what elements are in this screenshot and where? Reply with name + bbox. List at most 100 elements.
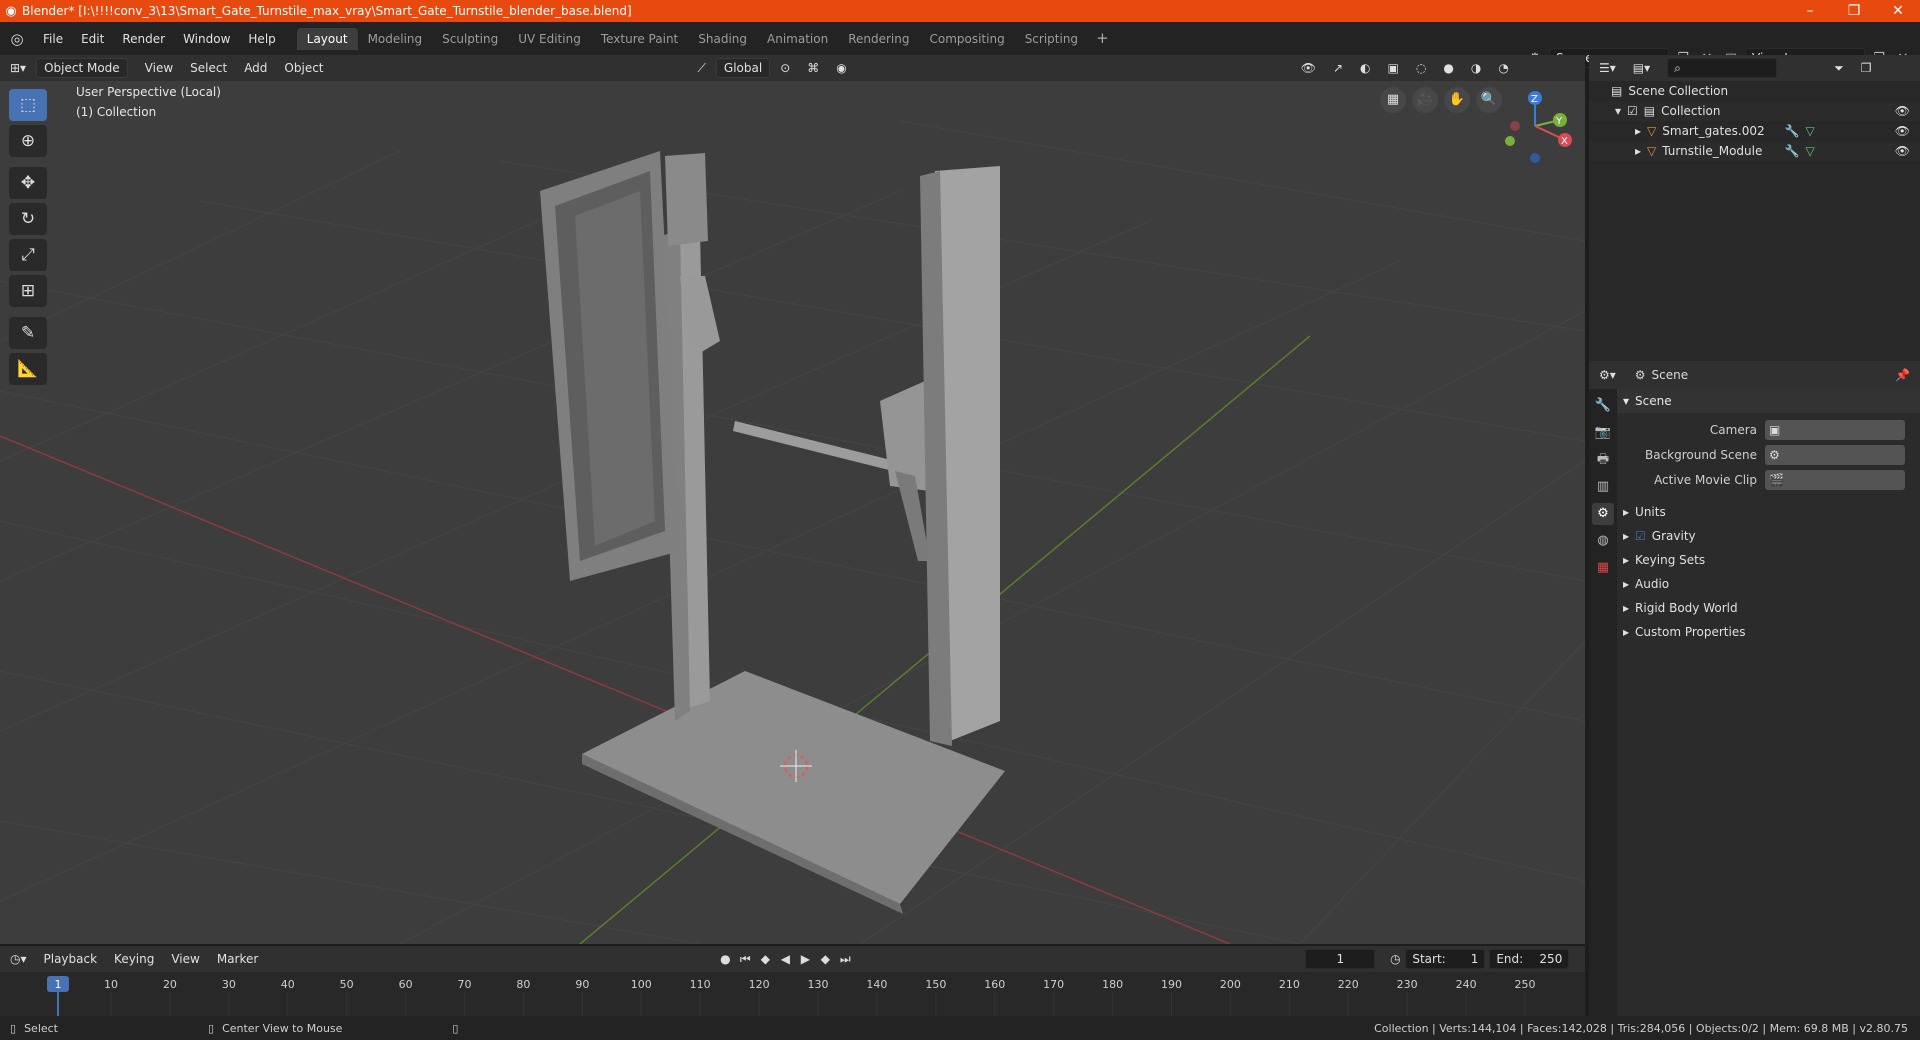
tab-uv-editing[interactable]: UV Editing (508, 28, 591, 50)
menu-add[interactable]: Add (237, 59, 274, 77)
3d-viewport[interactable]: ⬚ ⊕ ✥ ↻ ⤢ ⊞ ✎ 📐 User Perspective (Local)… (0, 81, 1585, 944)
tab-sculpting[interactable]: Sculpting (432, 28, 508, 50)
annotate-tool-icon[interactable]: ✎ (9, 317, 47, 349)
move-tool-icon[interactable]: ✥ (9, 167, 47, 199)
minimize-icon[interactable]: – (1788, 3, 1832, 19)
solid-shading-icon[interactable]: ● (1436, 59, 1460, 77)
expand-object-icon[interactable]: ▸ (1635, 144, 1641, 158)
world-properties-icon[interactable]: ◍ (1592, 530, 1614, 552)
outliner-filter-icon[interactable]: ⏷ (1827, 59, 1851, 78)
visibility-icon[interactable]: 👁 (1294, 59, 1323, 77)
gravity-checkbox[interactable]: ☑ (1635, 529, 1646, 543)
mode-selector[interactable]: Object Mode (36, 58, 128, 78)
gizmo-toggle-icon[interactable]: ↗ (1326, 59, 1350, 77)
outliner-row-scene-collection[interactable]: ▤ Scene Collection (1589, 81, 1920, 101)
navigation-gizmo[interactable]: Z Y X (1495, 86, 1575, 166)
background-scene-field[interactable]: ⚙ (1765, 444, 1905, 465)
active-movie-clip-field[interactable]: 🎬 (1765, 469, 1905, 490)
add-workspace-icon[interactable]: + (1088, 28, 1117, 50)
play-reverse-icon[interactable]: ◀ (775, 952, 795, 966)
wireframe-shading-icon[interactable]: ◌ (1409, 59, 1433, 77)
next-keyframe-icon[interactable]: ◆ (815, 952, 835, 966)
outliner-editor-type-icon[interactable]: ☰▾ (1592, 59, 1623, 77)
pivot-point-icon[interactable]: ⊙ (773, 59, 797, 77)
menu-render[interactable]: Render (113, 32, 174, 46)
menu-view[interactable]: View (138, 59, 180, 77)
material-shading-icon[interactable]: ◑ (1464, 59, 1488, 77)
xray-toggle-icon[interactable]: ▣ (1381, 59, 1406, 77)
timeline-editor-type-icon[interactable]: ◷▾ (3, 950, 34, 968)
outliner-row-collection[interactable]: ▾ ☑ ▤ Collection 👁 (1589, 101, 1920, 121)
outliner-row-object[interactable]: ▸ ▽ Turnstile_Module 🔧 ▽ 👁 (1589, 141, 1920, 161)
menu-edit[interactable]: Edit (72, 32, 113, 46)
menu-timeline-view[interactable]: View (164, 950, 206, 968)
transform-orientation-icon[interactable]: ⟋ (691, 59, 713, 78)
jump-end-icon[interactable]: ⏭ (835, 952, 855, 967)
record-icon[interactable]: ● (715, 952, 735, 966)
scene-properties-icon[interactable]: ⚙ (1592, 503, 1614, 525)
maximize-icon[interactable]: ❐ (1832, 3, 1876, 19)
audio-subpanel[interactable]: ▸ Audio (1617, 572, 1920, 596)
measure-tool-icon[interactable]: 📐 (9, 353, 47, 385)
properties-editor-type-icon[interactable]: ⚙▾ (1592, 366, 1623, 384)
menu-keying[interactable]: Keying (107, 950, 161, 968)
tab-scripting[interactable]: Scripting (1015, 28, 1088, 50)
outliner-row-object[interactable]: ▸ ▽ Smart_gates.002 🔧 ▽ 👁 (1589, 121, 1920, 141)
tab-compositing[interactable]: Compositing (919, 28, 1014, 50)
tool-properties-icon[interactable]: 🔧 (1592, 395, 1614, 417)
preview-range-icon[interactable]: ◷ (1385, 952, 1405, 966)
jump-start-icon[interactable]: ⏮ (735, 952, 755, 967)
tab-layout[interactable]: Layout (296, 27, 358, 50)
tab-shading[interactable]: Shading (688, 28, 757, 50)
editor-type-icon[interactable]: ⊞▾ (3, 59, 33, 77)
scene-panel-title[interactable]: ▾ Scene (1617, 389, 1920, 413)
play-icon[interactable]: ▶ (795, 952, 815, 966)
units-subpanel[interactable]: ▸ Units (1617, 500, 1920, 524)
pin-icon[interactable]: 📌 (1895, 368, 1910, 382)
view-layer-properties-icon[interactable]: ▥ (1592, 476, 1614, 498)
menu-help[interactable]: Help (239, 32, 284, 46)
toggle-camera-view-icon[interactable]: ▦ (1380, 87, 1406, 113)
tab-modeling[interactable]: Modeling (358, 28, 433, 50)
camera-view-icon[interactable]: 🎥 (1412, 87, 1438, 113)
snap-icon[interactable]: ⌘ (800, 59, 826, 77)
blender-menu-icon[interactable]: ◎ (0, 30, 34, 48)
scale-tool-icon[interactable]: ⤢ (9, 239, 47, 271)
menu-playback[interactable]: Playback (37, 950, 105, 968)
start-frame-field[interactable]: Start: 1 (1405, 949, 1486, 969)
current-frame-field[interactable]: 1 (1305, 949, 1376, 969)
outliner-search-input[interactable]: ⌕ (1667, 58, 1778, 78)
custom-properties-subpanel[interactable]: ▸ Custom Properties (1617, 620, 1920, 644)
menu-select[interactable]: Select (183, 59, 234, 77)
timeline-ruler[interactable]: 1 10 20 30 40 50 60 70 80 90 100 110 120 130 140 150 160… (0, 972, 1585, 1016)
pan-view-icon[interactable]: ✋ (1444, 87, 1470, 113)
object-visibility-icon[interactable]: 👁 (1895, 124, 1910, 138)
overlay-toggle-icon[interactable]: ◐ (1353, 59, 1377, 77)
texture-properties-icon[interactable]: ▦ (1592, 557, 1614, 579)
cursor-tool-icon[interactable]: ⊕ (9, 125, 47, 157)
end-frame-field[interactable]: End: 250 (1489, 949, 1570, 969)
proportional-edit-icon[interactable]: ◉ (829, 59, 853, 77)
transform-tool-icon[interactable]: ⊞ (9, 275, 47, 307)
prev-keyframe-icon[interactable]: ◆ (755, 952, 775, 966)
expand-collection-icon[interactable]: ▾ (1615, 104, 1621, 118)
menu-object[interactable]: Object (277, 59, 330, 77)
transform-orientation-selector[interactable]: Global (715, 58, 771, 78)
menu-file[interactable]: File (34, 32, 72, 46)
collection-visibility-icon[interactable]: 👁 (1895, 104, 1910, 118)
outliner-display-mode-icon[interactable]: ▤▾ (1626, 59, 1657, 77)
expand-object-icon[interactable]: ▸ (1635, 124, 1641, 138)
rendered-shading-icon[interactable]: ◔ (1491, 59, 1515, 77)
collection-checkbox[interactable]: ☑ (1627, 104, 1638, 118)
keying-sets-subpanel[interactable]: ▸ Keying Sets (1617, 548, 1920, 572)
tab-animation[interactable]: Animation (757, 28, 838, 50)
select-box-tool-icon[interactable]: ⬚ (9, 89, 47, 121)
output-properties-icon[interactable]: 🖶 (1592, 449, 1614, 471)
close-icon[interactable]: ✕ (1876, 3, 1920, 19)
menu-marker[interactable]: Marker (210, 950, 265, 968)
rotate-tool-icon[interactable]: ↻ (9, 203, 47, 235)
gravity-subpanel[interactable]: ▸ ☑ Gravity (1617, 524, 1920, 548)
tab-rendering[interactable]: Rendering (838, 28, 919, 50)
tab-texture-paint[interactable]: Texture Paint (591, 28, 688, 50)
object-visibility-icon[interactable]: 👁 (1895, 144, 1910, 158)
